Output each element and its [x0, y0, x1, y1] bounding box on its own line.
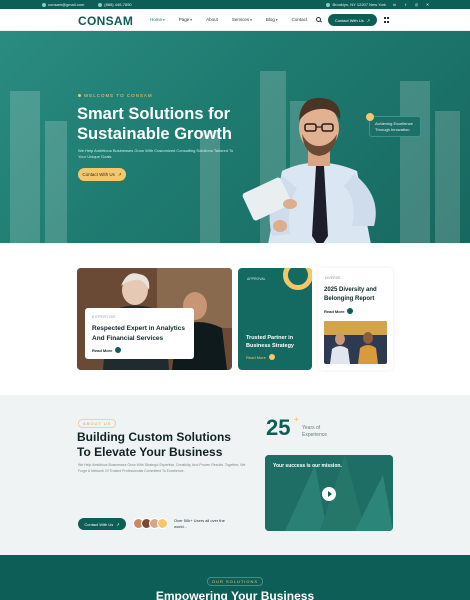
- instagram-icon[interactable]: ◎: [414, 2, 419, 7]
- read-more-link[interactable]: Read More: [92, 347, 187, 353]
- top-bar: consam@gmail.com (888) 446-7890 Brooklyn…: [0, 0, 470, 9]
- chevron-down-icon: ▾: [190, 18, 193, 22]
- read-more-link[interactable]: Read More: [324, 308, 354, 314]
- mail-icon: [42, 2, 46, 7]
- phone-text: (888) 446-7890: [104, 2, 132, 7]
- main-nav: Home▾ Page▾ About Services▾ Blog▾ Contac…: [150, 17, 307, 22]
- nav-item-contact[interactable]: Contact: [292, 17, 308, 22]
- play-icon[interactable]: [322, 487, 336, 501]
- card-tag: DIVERSE: [325, 276, 341, 280]
- solutions-tag: OUR SOLUTIONS: [0, 577, 470, 586]
- arrow-circle-icon: [347, 308, 354, 314]
- card-expert-analytics[interactable]: EXPERTISE Respected Expert in Analytics …: [77, 268, 232, 370]
- card-diversity-report[interactable]: DIVERSE 2025 Diversity and Belonging Rep…: [318, 268, 393, 370]
- facebook-icon[interactable]: f: [403, 2, 408, 7]
- user-avatars: [133, 518, 168, 529]
- solutions-title: Empowering Your Business: [155, 589, 315, 600]
- location-icon: [326, 2, 331, 7]
- hero-section: WELCOME TO CONSAM Smart Solutions for Su…: [0, 31, 470, 243]
- welcome-text: WELCOME TO CONSAM: [84, 93, 153, 98]
- hero-title: Smart Solutions for Sustainable Growth: [77, 105, 232, 143]
- nav-label: Page: [178, 17, 190, 22]
- x-twitter-icon[interactable]: ✕: [425, 2, 430, 7]
- card-trusted-partner[interactable]: APPROVAL Trusted Partner in Business Str…: [238, 268, 312, 370]
- card-title[interactable]: 2025 Diversity and Belonging Report: [324, 286, 390, 304]
- email-text: consam@gmail.com: [48, 2, 85, 7]
- site-header: CONSAM Home▾ Page▾ About Services▾ Blog▾…: [0, 9, 470, 31]
- nav-label: Home: [150, 17, 163, 22]
- mission-text: Your success is our mission.: [273, 463, 342, 469]
- menu-grid-icon[interactable]: [384, 17, 390, 23]
- hero-description: We Help Ambitious Businesses Grow With C…: [78, 148, 234, 159]
- chevron-down-icon: ▾: [275, 18, 278, 22]
- address-info: Brooklyn, NY 12207 New York: [326, 2, 386, 7]
- email-info[interactable]: consam@gmail.com: [42, 2, 84, 7]
- about-title: Building Custom Solutions To Elevate You…: [77, 430, 231, 459]
- about-tag: ABOUT US: [78, 419, 117, 428]
- hero-badge: Achieving Excellence Through Innovation: [366, 113, 421, 137]
- businessman-photo: [242, 97, 376, 243]
- arrow-circle-icon: [268, 354, 275, 360]
- nav-item-blog[interactable]: Blog▾: [266, 17, 278, 22]
- card-tag: APPROVAL: [247, 277, 266, 281]
- search-icon[interactable]: [316, 17, 321, 22]
- phone-info[interactable]: (888) 446-7890: [98, 2, 132, 7]
- nav-item-about[interactable]: About: [206, 17, 218, 22]
- header-contact-button[interactable]: Contact With Us ↗: [328, 14, 377, 26]
- experience-number: 25: [266, 415, 291, 440]
- nav-item-page[interactable]: Page▾: [179, 17, 192, 22]
- read-more-label: Read More: [92, 347, 113, 353]
- hero-contact-button[interactable]: Contact With Us ↗: [78, 168, 126, 181]
- about-description: We Help Ambitious Businesses Grow With S…: [78, 463, 246, 473]
- card-title[interactable]: Respected Expert in Analytics And Financ…: [92, 324, 187, 344]
- about-contact-button[interactable]: Contact With Us ↗: [78, 518, 126, 530]
- experience-plus: +: [294, 415, 299, 424]
- chevron-down-icon: ▾: [250, 18, 252, 22]
- linkedin-icon[interactable]: in: [392, 2, 397, 7]
- about-section: ABOUT US Building Custom Solutions To El…: [0, 395, 470, 555]
- nav-label: Services: [231, 17, 250, 22]
- card-title[interactable]: Trusted Partner in Business Strategy: [246, 334, 308, 350]
- dot-icon: [78, 93, 81, 97]
- button-label: Contact With Us: [334, 17, 364, 23]
- card-content: EXPERTISE Respected Expert in Analytics …: [85, 308, 194, 359]
- arrow-icon: ↗: [116, 521, 120, 527]
- address-text: Brooklyn, NY 12207 New York: [332, 2, 386, 7]
- arrow-circle-icon: [115, 347, 122, 353]
- badge-text: Achieving Excellence Through Innovation: [375, 121, 413, 132]
- read-more-label: Read More: [246, 354, 266, 360]
- users-count-text: Over 50k+ Users all over the world...: [174, 518, 225, 529]
- nav-label: Blog: [265, 17, 275, 22]
- avatar: [157, 518, 168, 529]
- ring-decoration: [283, 268, 312, 290]
- phone-icon: [98, 2, 103, 7]
- card-tag: EXPERTISE: [92, 315, 117, 319]
- solutions-section: OUR SOLUTIONS Empowering Your Business: [0, 555, 470, 600]
- read-more-label: Read More: [324, 308, 345, 314]
- logo[interactable]: CONSAM: [78, 14, 133, 28]
- nav-item-home[interactable]: Home▾: [150, 17, 165, 22]
- arrow-icon: ↗: [117, 171, 122, 177]
- team-photo: [324, 321, 387, 364]
- experience-label: Years of Experience: [302, 425, 328, 438]
- nav-label: About: [206, 17, 218, 22]
- read-more-link[interactable]: Read More: [246, 354, 275, 360]
- badge-dot-icon: [366, 113, 374, 121]
- nav-label: Contact: [291, 17, 308, 22]
- mission-video-card[interactable]: Your success is our mission.: [265, 455, 393, 531]
- hero-welcome-tag: WELCOME TO CONSAM: [78, 93, 153, 98]
- chevron-down-icon: ▾: [163, 18, 165, 22]
- button-label: Contact With Us: [84, 521, 114, 527]
- nav-item-services[interactable]: Services▾: [232, 17, 252, 22]
- solutions-tag-text: OUR SOLUTIONS: [206, 577, 264, 586]
- arrow-icon: ↗: [366, 17, 371, 23]
- button-label: Contact With Us: [82, 172, 115, 177]
